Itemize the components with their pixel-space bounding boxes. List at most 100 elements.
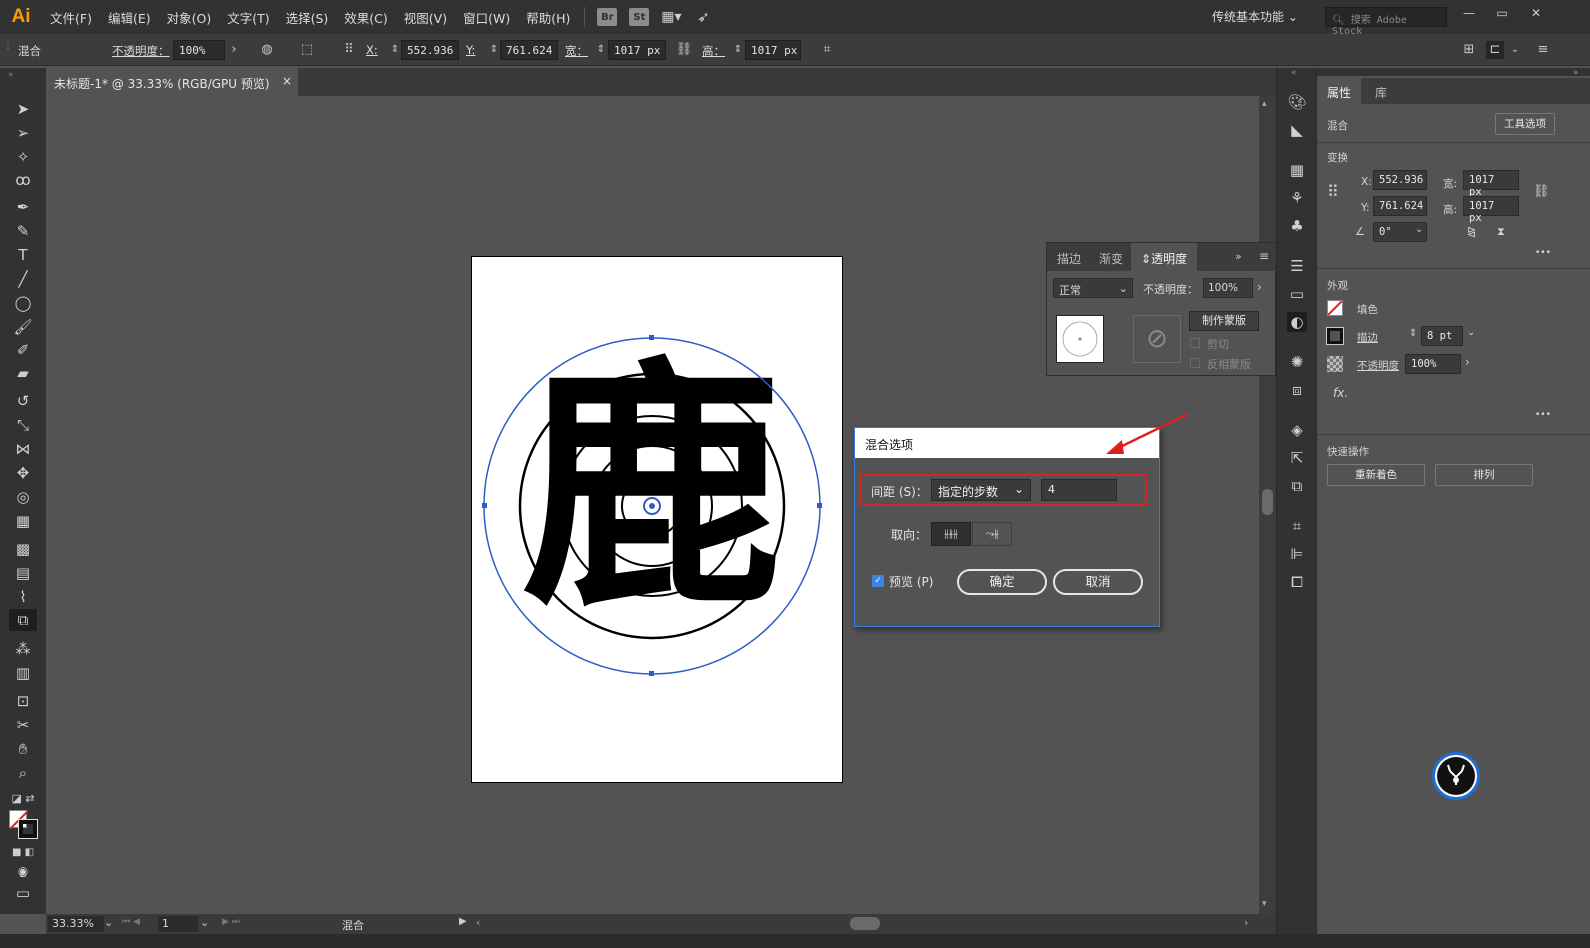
stroke-panel-icon[interactable]: ☰ — [1287, 256, 1307, 276]
vertical-scrollbar[interactable]: ▴ ▾ — [1259, 96, 1276, 914]
artboard-tool-icon[interactable]: ⊡ — [9, 690, 37, 712]
scrollbar-thumb[interactable] — [1262, 489, 1273, 515]
column-graph-icon[interactable]: ▥ — [9, 662, 37, 684]
menu-select[interactable]: 选择(S) — [278, 8, 337, 27]
close-window-button[interactable]: ✕ — [1527, 6, 1545, 20]
gradient-tool-icon[interactable]: ▤ — [9, 562, 37, 584]
menu-edit[interactable]: 编辑(E) — [100, 8, 159, 27]
shaper-tool-icon[interactable]: ✐ — [9, 339, 37, 361]
slice-tool-icon[interactable]: ✂ — [9, 714, 37, 736]
tab-stroke[interactable]: 描边 — [1047, 243, 1091, 271]
gradient-panel-icon[interactable]: ▭ — [1287, 284, 1307, 304]
asset-export-icon[interactable]: ⇱ — [1287, 448, 1307, 468]
pathfinder-icon[interactable]: ⧠ — [1287, 572, 1307, 592]
align-icon[interactable]: ⊏ — [1486, 41, 1504, 59]
make-mask-button[interactable]: 制作蒙版 — [1189, 311, 1259, 331]
align-to-page-icon[interactable]: ⫳⫳⫳ — [931, 522, 971, 546]
draw-mode-icon[interactable]: ◉ — [9, 860, 37, 882]
chevron-right-icon[interactable]: › — [1257, 280, 1262, 294]
control-y-input[interactable]: 761.624 p — [500, 40, 558, 60]
flip-horizontal-icon[interactable]: ⧎ — [1467, 225, 1476, 238]
type-tool-icon[interactable]: T — [9, 244, 37, 266]
reference-point-icon[interactable]: ⠿ — [340, 41, 358, 59]
width-tool-icon[interactable]: ⋈ — [9, 438, 37, 460]
more-options-icon[interactable]: ••• — [1535, 410, 1551, 420]
horizontal-scrollbar-thumb[interactable] — [850, 917, 880, 930]
chevron-right-icon[interactable]: › — [1465, 355, 1470, 369]
control-height-input[interactable]: 1017 px — [745, 40, 801, 60]
symbol-sprayer-icon[interactable]: ⁂ — [9, 638, 37, 660]
default-colors-icon[interactable]: ◪ ⇄ — [9, 788, 37, 810]
menu-window[interactable]: 窗口(W) — [455, 8, 518, 27]
artboards-panel-icon[interactable]: ⧉ — [1287, 476, 1307, 496]
collapse-icon[interactable]: » — [8, 70, 14, 80]
symbols-icon[interactable]: ♣ — [1287, 216, 1307, 236]
stroke-swatch[interactable] — [1326, 327, 1344, 345]
ok-button[interactable]: 确定 — [957, 569, 1047, 595]
bridge-icon[interactable]: Br — [597, 8, 618, 26]
control-opacity-input[interactable]: 100% — [173, 40, 225, 60]
maximize-button[interactable]: ▭ — [1493, 6, 1511, 20]
page-number-field[interactable]: 1 — [158, 916, 198, 932]
shape-builder-icon[interactable]: ◎ — [9, 486, 37, 508]
transform-y-input[interactable]: 761.624 — [1373, 196, 1427, 216]
blend-artwork[interactable]: 鹿 — [471, 256, 843, 783]
zoom-tool-icon[interactable]: ⌕ — [9, 762, 37, 784]
mask-thumbnail-no-icon[interactable]: ⊘ — [1133, 315, 1181, 363]
brushes-icon[interactable]: ⚘ — [1287, 188, 1307, 208]
perspective-grid-icon[interactable]: ▦ — [9, 510, 37, 532]
constrain-proportions-icon[interactable]: ⛓ — [1533, 184, 1550, 199]
blend-mode-select[interactable]: 正常 ⌄ — [1053, 278, 1133, 298]
ellipse-tool-icon[interactable]: ◯ — [9, 292, 37, 314]
recolor-button[interactable]: 重新着色 — [1327, 464, 1425, 486]
stroke-swatch[interactable] — [18, 819, 38, 839]
transparency-opacity-input[interactable]: 100% — [1203, 278, 1253, 298]
scale-tool-icon[interactable]: ⤡ — [9, 414, 37, 436]
transform-icon[interactable]: ⌗ — [818, 41, 836, 59]
expand-panel-icon[interactable]: » — [1235, 250, 1242, 263]
transform-height-input[interactable]: 1017 px — [1463, 196, 1519, 224]
flip-vertical-icon[interactable]: ⧗ — [1497, 225, 1505, 239]
stroke-label[interactable]: 描边 — [1357, 330, 1378, 345]
stock-search-input[interactable]: 🔍︎ 搜索 Adobe Stock — [1325, 7, 1447, 37]
rotate-tool-icon[interactable]: ↺ — [9, 390, 37, 412]
last-page-icon[interactable]: ▶ ⏭ — [222, 917, 240, 927]
arrange-icon[interactable]: ⊞ — [1460, 41, 1478, 59]
menu-effect[interactable]: 效果(C) — [336, 8, 395, 27]
reference-point-icon[interactable]: ⠿ — [1327, 182, 1339, 201]
fill-swatch[interactable] — [1327, 300, 1343, 316]
lasso-tool-icon[interactable]: ꝏ — [9, 169, 37, 191]
menu-type[interactable]: 文字(T) — [219, 8, 277, 27]
screen-mode-icon[interactable]: ▭ — [9, 882, 37, 904]
swatches-icon[interactable]: ▦ — [1287, 160, 1307, 180]
gpu-performance-icon[interactable]: ➶ — [693, 8, 713, 26]
appearance-opacity-label[interactable]: 不透明度 — [1357, 358, 1399, 373]
scroll-right-icon[interactable]: › — [1244, 916, 1248, 929]
recolor-artwork-icon[interactable]: ◍ — [258, 41, 276, 59]
scroll-down-icon[interactable]: ▾ — [1262, 899, 1267, 909]
blend-tool-icon[interactable]: ⧉ — [9, 609, 37, 631]
transform-x-input[interactable]: 552.936 — [1373, 170, 1427, 190]
document-tab[interactable]: 未标题-1* @ 33.33% (RGB/GPU 预览) × — [46, 68, 298, 96]
first-page-icon[interactable]: ⏮ ◀ — [122, 917, 140, 927]
control-opacity-label[interactable]: 不透明度： — [112, 43, 170, 59]
direct-selection-tool-icon[interactable]: ➢ — [9, 122, 37, 144]
layers-icon[interactable]: ◈ — [1287, 420, 1307, 440]
panel-menu-icon[interactable]: ≡ — [1259, 249, 1269, 263]
appearance-panel-icon[interactable]: ✺ — [1287, 352, 1307, 372]
eraser-tool-icon[interactable]: ▰ — [9, 362, 37, 384]
scroll-left-icon[interactable]: ‹ — [476, 916, 480, 929]
align-to-path-icon[interactable]: ⤳⫳ — [972, 522, 1012, 546]
link-icon[interactable]: ⛓ — [675, 41, 693, 59]
control-x-input[interactable]: 552.936 p — [401, 40, 459, 60]
menu-file[interactable]: 文件(F) — [42, 8, 100, 27]
chevron-right-icon[interactable]: › — [225, 41, 243, 59]
transparency-panel-icon[interactable]: ◐ — [1287, 312, 1307, 332]
menu-object[interactable]: 对象(O) — [159, 8, 220, 27]
tab-properties[interactable]: 属性 — [1317, 78, 1362, 104]
chevron-down-icon[interactable]: ⌄ — [1415, 224, 1423, 235]
object-thumbnail[interactable] — [1056, 315, 1104, 363]
chevron-down-icon[interactable]: ⌄ — [1506, 41, 1524, 59]
stroke-weight-input[interactable]: 8 pt — [1421, 326, 1463, 346]
color-guide-icon[interactable]: ◣ — [1287, 120, 1307, 140]
